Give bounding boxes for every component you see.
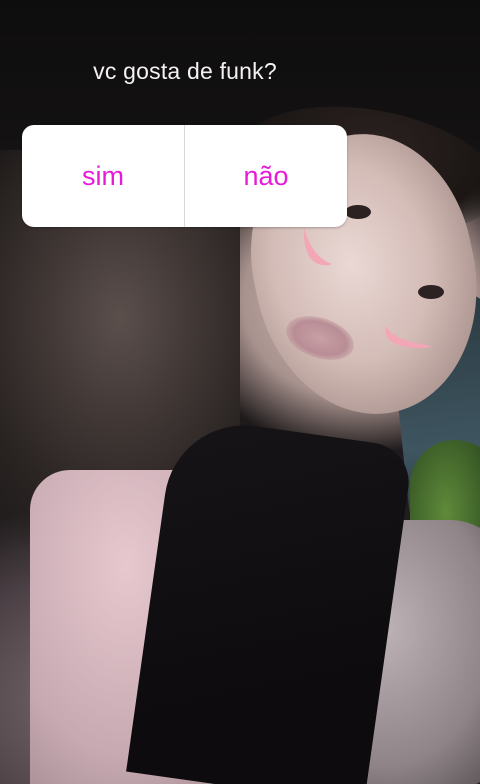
poll-option-no[interactable]: não (185, 125, 347, 227)
background-photo (0, 0, 480, 784)
swoosh-sticker-icon (385, 326, 432, 349)
poll-card: sim não (22, 125, 347, 227)
swoosh-sticker-icon (303, 228, 332, 266)
eye-right (418, 285, 444, 299)
eye-left (345, 205, 371, 219)
poll-question: vc gosta de funk? (93, 58, 277, 84)
poll-option-yes[interactable]: sim (22, 125, 184, 227)
